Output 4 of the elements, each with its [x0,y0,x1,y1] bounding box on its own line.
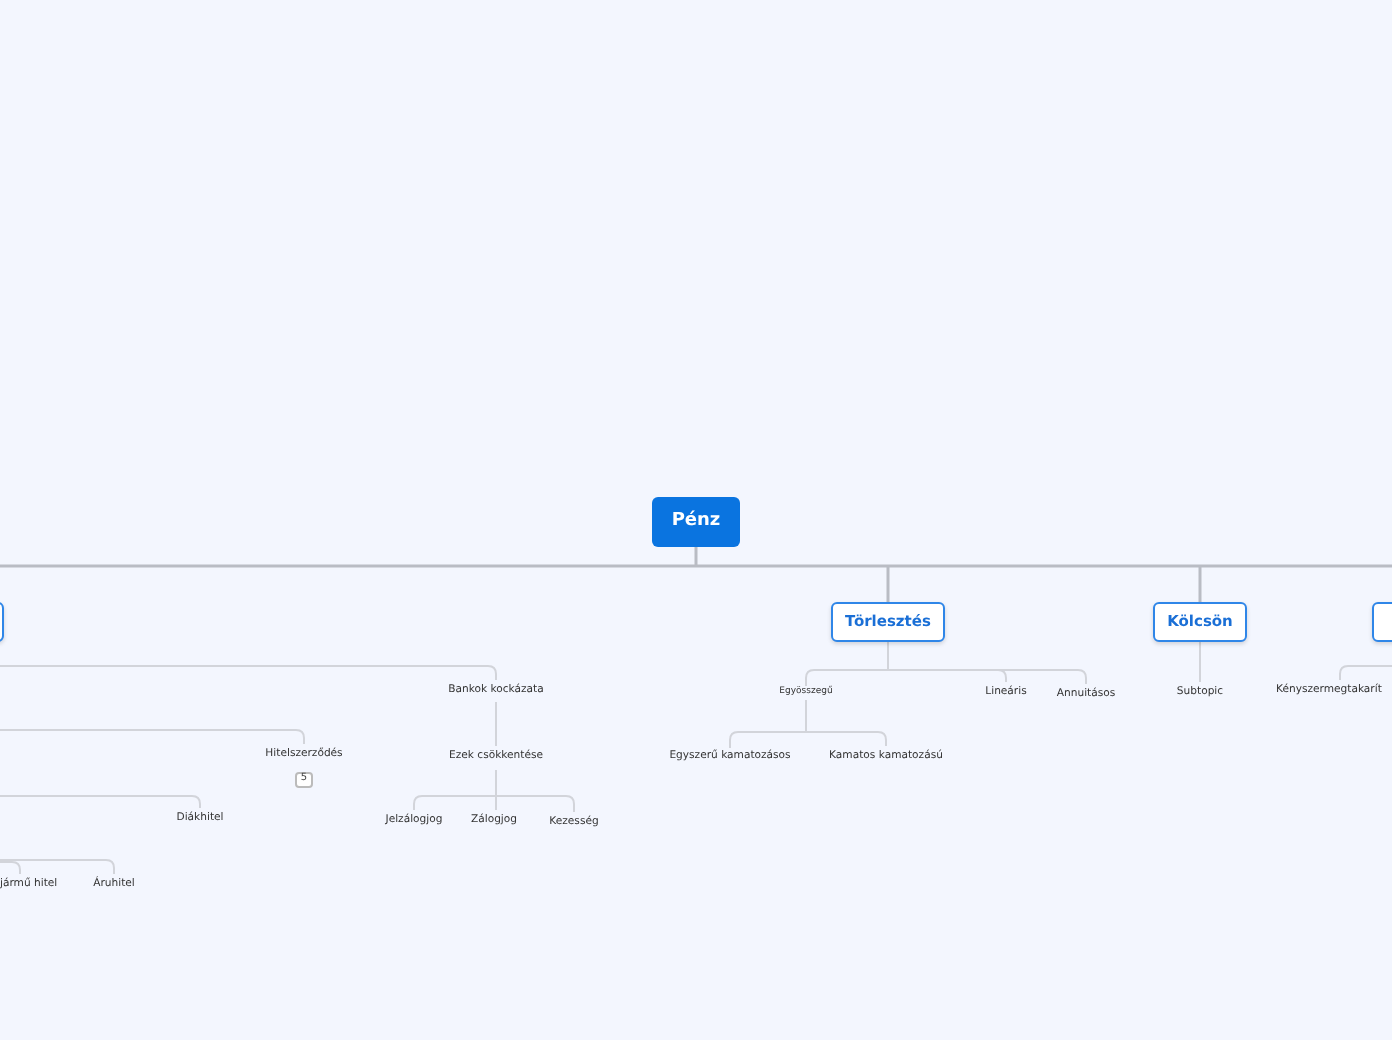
connector-line [1339,665,1392,681]
connector-line [1199,641,1201,683]
connector-line [495,701,497,747]
central-topic[interactable]: Pénz [652,497,740,547]
